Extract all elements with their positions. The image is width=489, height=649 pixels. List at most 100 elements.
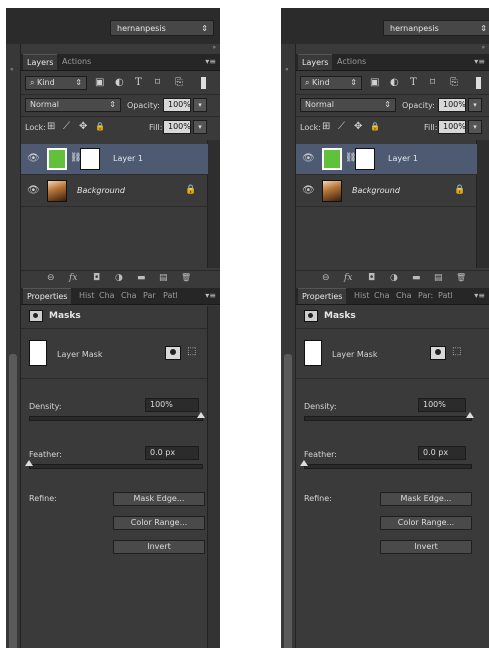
mask-thumbnail[interactable]	[355, 148, 375, 170]
lock-transparent-icon[interactable]: ⊞	[322, 121, 330, 133]
image-filter-icon[interactable]: ▣	[370, 77, 379, 89]
layer-row-layer-1[interactable]: 👁 ⛓ Layer 1	[296, 144, 477, 175]
add-mask-icon[interactable]: ◘	[93, 273, 100, 283]
density-slider-handle[interactable]	[466, 412, 474, 418]
tab-layers[interactable]: Layers	[298, 54, 332, 70]
lock-all-icon[interactable]: 🔒	[370, 121, 380, 133]
tab-character[interactable]: Cha	[392, 288, 416, 304]
lock-all-icon[interactable]: 🔒	[95, 121, 105, 133]
new-layer-icon[interactable]: ▤	[159, 273, 168, 283]
folder-icon[interactable]: ▬	[137, 273, 146, 283]
layer-name[interactable]: Background	[352, 186, 400, 195]
type-filter-icon[interactable]: T	[135, 77, 142, 89]
lock-position-icon[interactable]: ✥	[79, 121, 87, 133]
adjustment-filter-icon[interactable]: ◐	[115, 77, 124, 89]
layer-row-background[interactable]: 👁 Background 🔒	[296, 176, 477, 207]
layer-name[interactable]: Layer 1	[113, 154, 143, 163]
layers-scrollbar[interactable]	[207, 140, 220, 268]
background-thumbnail[interactable]	[47, 180, 67, 202]
lock-paint-icon[interactable]: ⟋	[63, 121, 70, 133]
feather-slider-track[interactable]	[29, 464, 203, 469]
color-range-button[interactable]: Color Range...	[380, 516, 472, 530]
invert-button[interactable]: Invert	[380, 540, 472, 554]
select-pixel-mask-button[interactable]	[430, 346, 446, 360]
feather-input[interactable]: 0.0 px	[418, 446, 466, 460]
smart-object-filter-icon[interactable]: ⎘	[450, 77, 458, 89]
folder-icon[interactable]: ▬	[412, 273, 421, 283]
collapse-panel-icon[interactable]: «	[10, 66, 14, 73]
dock-scrollbar[interactable]	[284, 354, 292, 648]
vector-mask-icon[interactable]: ⬚	[452, 346, 461, 357]
layer-row-background[interactable]: 👁 Background 🔒	[21, 176, 208, 207]
invert-button[interactable]: Invert	[113, 540, 205, 554]
mask-edge-button[interactable]: Mask Edge...	[113, 492, 205, 506]
color-range-button[interactable]: Color Range...	[113, 516, 205, 530]
fill-input[interactable]: 100%	[163, 120, 191, 134]
density-slider-track[interactable]	[29, 416, 203, 421]
collapse-panel-icon[interactable]: «	[285, 66, 289, 73]
lock-transparent-icon[interactable]: ⊞	[47, 121, 55, 133]
tab-properties[interactable]: Properties	[298, 288, 346, 304]
layer-name[interactable]: Layer 1	[388, 154, 418, 163]
visibility-eye-icon[interactable]: 👁	[302, 185, 315, 196]
filter-toggle[interactable]	[201, 77, 206, 89]
feather-slider-handle[interactable]	[300, 460, 308, 466]
tab-paths[interactable]: Patl	[434, 288, 457, 304]
lock-paint-icon[interactable]: ⟋	[338, 121, 345, 133]
filter-toggle[interactable]	[476, 77, 481, 89]
link-layers-icon[interactable]: ⊖	[47, 273, 55, 283]
tab-actions[interactable]: Actions	[58, 54, 98, 70]
expand-panels-icon[interactable]: »	[212, 44, 216, 51]
blend-mode-select[interactable]: Normal ⇕	[25, 98, 121, 112]
trash-icon[interactable]: 🗑	[181, 273, 191, 282]
layer-name[interactable]: Background	[77, 186, 125, 195]
layer-row-layer-1[interactable]: 👁 ⛓ Layer 1	[21, 144, 208, 175]
density-slider-handle[interactable]	[197, 412, 205, 418]
select-pixel-mask-button[interactable]	[165, 346, 181, 360]
tab-channels[interactable]: Cha	[95, 288, 119, 304]
filter-kind-select[interactable]: ⌕ Kind ⇕	[300, 76, 362, 90]
tab-channels[interactable]: Cha	[370, 288, 394, 304]
properties-scrollbar[interactable]	[207, 306, 220, 648]
expand-panels-icon[interactable]: »	[481, 44, 485, 51]
mask-edge-button[interactable]: Mask Edge...	[380, 492, 472, 506]
trash-icon[interactable]: 🗑	[456, 273, 466, 282]
opacity-dropdown[interactable]: ▾	[468, 98, 482, 112]
type-filter-icon[interactable]: T	[410, 77, 417, 89]
feather-input[interactable]: 0.0 px	[145, 446, 199, 460]
feather-slider-track[interactable]	[304, 464, 472, 469]
tab-layers[interactable]: Layers	[23, 54, 57, 70]
visibility-eye-icon[interactable]: 👁	[302, 153, 315, 164]
adjustment-filter-icon[interactable]: ◐	[390, 77, 399, 89]
visibility-eye-icon[interactable]: 👁	[27, 185, 40, 196]
fill-dropdown[interactable]: ▾	[193, 120, 207, 134]
shape-filter-icon[interactable]: ⌑	[155, 77, 160, 89]
fx-icon[interactable]: fx	[344, 273, 352, 283]
fill-dropdown[interactable]: ▾	[468, 120, 482, 134]
layer-thumbnail[interactable]	[47, 148, 67, 170]
image-filter-icon[interactable]: ▣	[95, 77, 104, 89]
density-input[interactable]: 100%	[418, 398, 466, 412]
smart-object-filter-icon[interactable]: ⎘	[175, 77, 183, 89]
dock-scrollbar[interactable]	[9, 354, 17, 648]
panel-menu-icon[interactable]: ▾≡	[474, 57, 485, 66]
panel-menu-icon[interactable]: ▾≡	[474, 291, 485, 300]
opacity-input[interactable]: 100%	[163, 98, 191, 112]
opacity-dropdown[interactable]: ▾	[193, 98, 207, 112]
shape-filter-icon[interactable]: ⌑	[430, 77, 435, 89]
vector-mask-icon[interactable]: ⬚	[187, 346, 196, 357]
adjustment-layer-icon[interactable]: ◑	[390, 273, 398, 283]
link-layers-icon[interactable]: ⊖	[322, 273, 330, 283]
add-mask-icon[interactable]: ◘	[368, 273, 375, 283]
panel-menu-icon[interactable]: ▾≡	[205, 57, 216, 66]
tab-character[interactable]: Cha	[117, 288, 141, 304]
visibility-eye-icon[interactable]: 👁	[27, 153, 40, 164]
blend-mode-select[interactable]: Normal ⇕	[300, 98, 396, 112]
tab-paragraph[interactable]: Par	[139, 288, 160, 304]
fill-input[interactable]: 100%	[438, 120, 466, 134]
feather-slider-handle[interactable]	[25, 460, 33, 466]
workspace-switcher[interactable]: hernanpesis ⇕	[110, 20, 214, 36]
density-input[interactable]: 100%	[145, 398, 199, 412]
mask-thumbnail[interactable]	[80, 148, 100, 170]
tab-paths[interactable]: Patl	[159, 288, 182, 304]
